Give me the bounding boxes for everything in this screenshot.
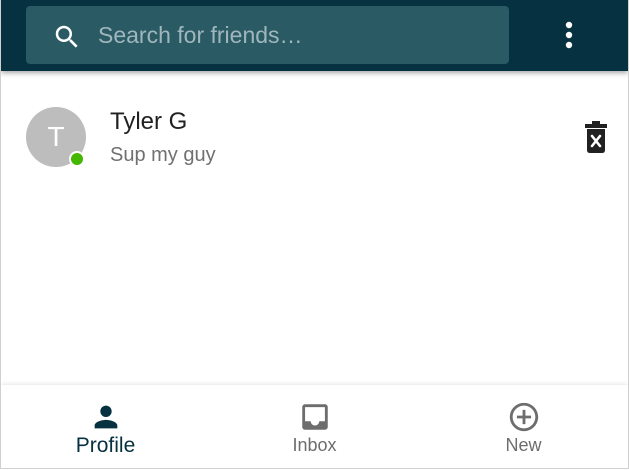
nav-new-label: New	[505, 435, 542, 455]
nav-inbox[interactable]: Inbox	[210, 385, 419, 468]
more-vert-icon	[553, 21, 585, 58]
nav-inbox-label: Inbox	[292, 435, 337, 455]
more-options-button[interactable]	[553, 16, 585, 54]
delete-conversation-button[interactable]	[581, 120, 611, 154]
nav-profile[interactable]: Profile	[1, 385, 210, 468]
search-icon	[52, 22, 82, 52]
nav-profile-label: Profile	[75, 434, 136, 457]
nav-new[interactable]: New	[419, 385, 628, 468]
search-box[interactable]	[26, 6, 509, 64]
add-circle-icon	[507, 400, 541, 434]
online-status-badge	[69, 151, 85, 167]
list-item[interactable]: T Tyler G Sup my guy	[1, 95, 628, 181]
search-input[interactable]	[98, 14, 498, 56]
trash-x-icon	[581, 121, 611, 158]
top-app-bar	[1, 0, 628, 71]
inbox-icon	[298, 400, 332, 434]
app-window: T Tyler G Sup my guy Profile	[0, 0, 629, 469]
bottom-navigation: Profile Inbox New	[1, 385, 628, 468]
conversation-preview: Sup my guy	[110, 144, 216, 166]
person-icon	[89, 400, 123, 434]
conversation-name: Tyler G	[110, 108, 188, 135]
